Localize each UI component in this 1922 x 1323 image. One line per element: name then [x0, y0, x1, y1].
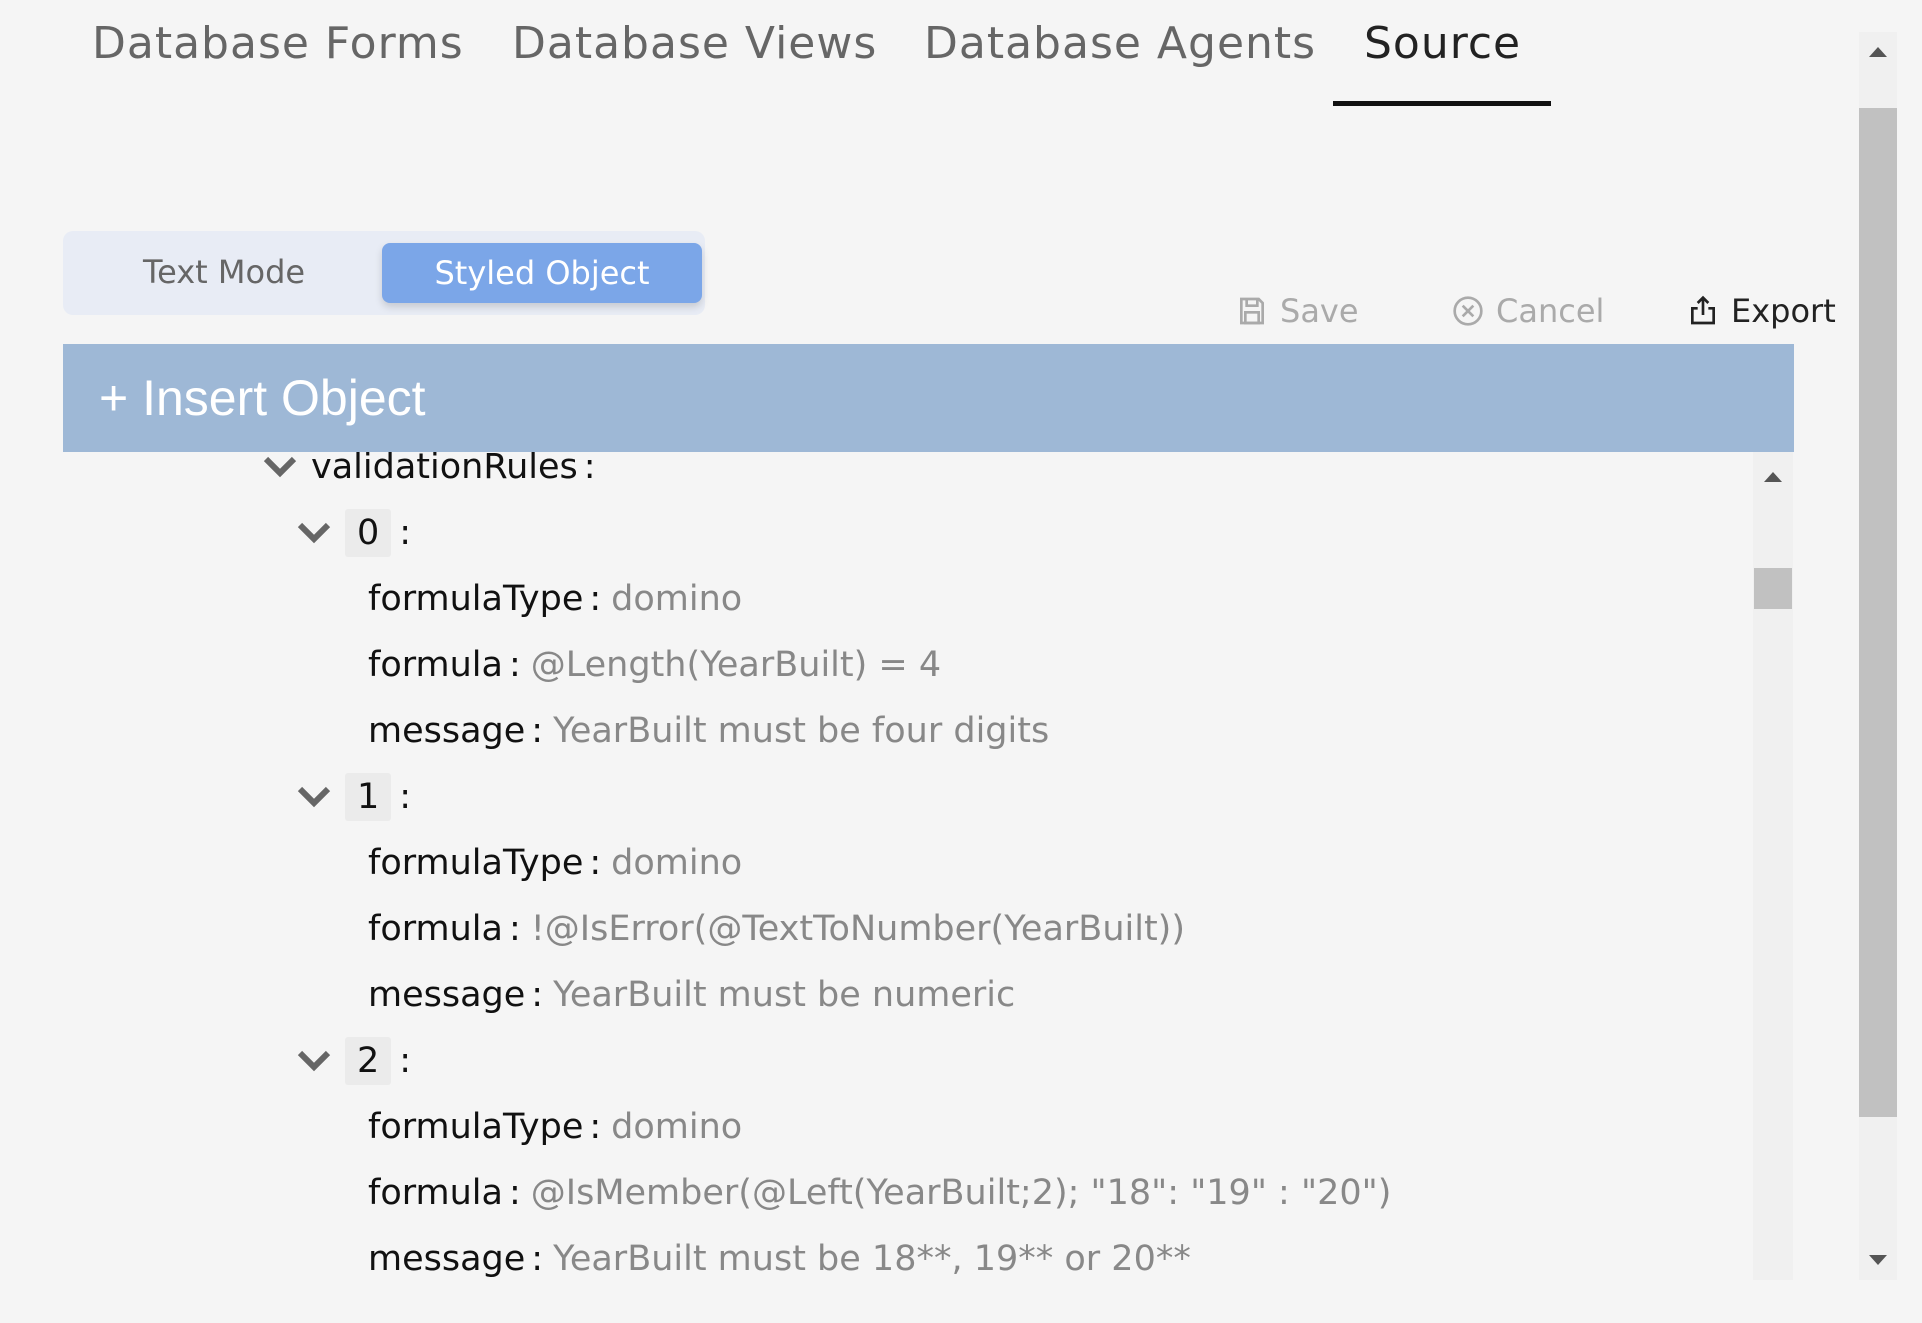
- field-value: domino: [611, 1107, 743, 1147]
- tree-field-formula[interactable]: formula: @IsMember(@Left(YearBuilt;2); "1…: [368, 1163, 1391, 1223]
- active-tab-indicator: [1333, 101, 1551, 106]
- circle-x-icon: [1453, 296, 1483, 326]
- field-value: YearBuilt must be 18**, 19** or 20**: [553, 1239, 1191, 1279]
- node-key: validationRules: [311, 452, 578, 487]
- separator: :: [531, 1239, 544, 1279]
- scrollbar-thumb[interactable]: [1859, 108, 1897, 1117]
- mode-toggle: Text Mode Styled Object: [63, 231, 705, 315]
- tree-field-message[interactable]: message: YearBuilt must be four digits: [368, 701, 1049, 761]
- field-value: domino: [611, 843, 743, 883]
- field-key: formula: [368, 645, 503, 685]
- field-key: formula: [368, 1173, 503, 1213]
- index-badge: 0: [345, 509, 392, 557]
- tab-database-forms[interactable]: Database Forms: [92, 18, 464, 69]
- floppy-disk-icon: [1240, 297, 1264, 325]
- scroll-up-arrow[interactable]: [1869, 47, 1887, 57]
- tree-node-index: 2:: [297, 1031, 411, 1091]
- separator: :: [583, 452, 596, 487]
- cancel-label: Cancel: [1496, 292, 1605, 330]
- scroll-up-arrow[interactable]: [1764, 472, 1782, 482]
- separator: :: [589, 843, 602, 883]
- separator: :: [531, 975, 544, 1015]
- scroll-down-arrow[interactable]: [1869, 1255, 1887, 1265]
- tree-field-formula[interactable]: formula: !@IsError(@TextToNumber(YearBuil…: [368, 899, 1185, 959]
- page-scrollbar[interactable]: [1859, 32, 1897, 1280]
- chevron-down-icon[interactable]: [297, 785, 331, 809]
- export-label: Export: [1731, 292, 1836, 330]
- chevron-down-icon[interactable]: [297, 1049, 331, 1073]
- tree-field-message[interactable]: message: YearBuilt must be 18**, 19** or …: [368, 1229, 1191, 1280]
- tab-database-views[interactable]: Database Views: [512, 18, 877, 69]
- separator: :: [399, 1041, 412, 1081]
- object-tree: validationRules:0: formulaType: domino form…: [63, 452, 1753, 1280]
- text-mode-button[interactable]: Text Mode: [143, 253, 305, 291]
- field-key: message: [368, 975, 526, 1015]
- scrollbar-thumb[interactable]: [1754, 568, 1792, 609]
- field-key: formulaType: [368, 843, 584, 883]
- separator: :: [531, 711, 544, 751]
- field-value: domino: [611, 579, 743, 619]
- field-key: formulaType: [368, 579, 584, 619]
- cancel-button[interactable]: Cancel: [1452, 292, 1604, 330]
- index-badge: 2: [345, 1037, 392, 1085]
- tree-scrollbar[interactable]: [1753, 452, 1793, 1280]
- tree-node-index: 0:: [297, 503, 411, 563]
- chevron-down-icon[interactable]: [263, 455, 297, 479]
- chevron-down-icon[interactable]: [297, 521, 331, 545]
- field-key: formulaType: [368, 1107, 584, 1147]
- tree-field-formulaType[interactable]: formulaType: domino: [368, 1097, 742, 1157]
- tree-node-index: 1:: [297, 767, 411, 827]
- field-key: formula: [368, 909, 503, 949]
- separator: :: [508, 1173, 521, 1213]
- field-value: YearBuilt must be numeric: [553, 975, 1016, 1015]
- tab-source[interactable]: Source: [1364, 18, 1521, 69]
- separator: :: [589, 1107, 602, 1147]
- separator: :: [508, 909, 521, 949]
- styled-object-button[interactable]: Styled Object: [382, 243, 702, 303]
- tree-field-message[interactable]: message: YearBuilt must be numeric: [368, 965, 1015, 1025]
- field-value: @Length(YearBuilt) = 4: [530, 645, 942, 685]
- tab-database-agents[interactable]: Database Agents: [924, 18, 1316, 69]
- insert-object-button[interactable]: + Insert Object: [63, 344, 1794, 452]
- tree-field-formulaType[interactable]: formulaType: domino: [368, 569, 742, 629]
- separator: :: [399, 777, 412, 817]
- field-key: message: [368, 1239, 526, 1279]
- share-upload-icon: [1691, 295, 1715, 325]
- save-label: Save: [1280, 292, 1359, 330]
- tree-field-formulaType[interactable]: formulaType: domino: [368, 833, 742, 893]
- export-button[interactable]: Export: [1687, 292, 1836, 330]
- field-key: message: [368, 711, 526, 751]
- index-badge: 1: [345, 773, 392, 821]
- separator: :: [399, 513, 412, 553]
- field-value: @IsMember(@Left(YearBuilt;2); "18": "19"…: [530, 1173, 1392, 1213]
- separator: :: [508, 645, 521, 685]
- field-value: !@IsError(@TextToNumber(YearBuilt)): [530, 909, 1185, 949]
- tree-field-formula[interactable]: formula: @Length(YearBuilt) = 4: [368, 635, 941, 695]
- separator: :: [589, 579, 602, 619]
- field-value: YearBuilt must be four digits: [553, 711, 1050, 751]
- tree-node-validationRules: validationRules:: [263, 452, 596, 497]
- save-button[interactable]: Save: [1236, 292, 1359, 330]
